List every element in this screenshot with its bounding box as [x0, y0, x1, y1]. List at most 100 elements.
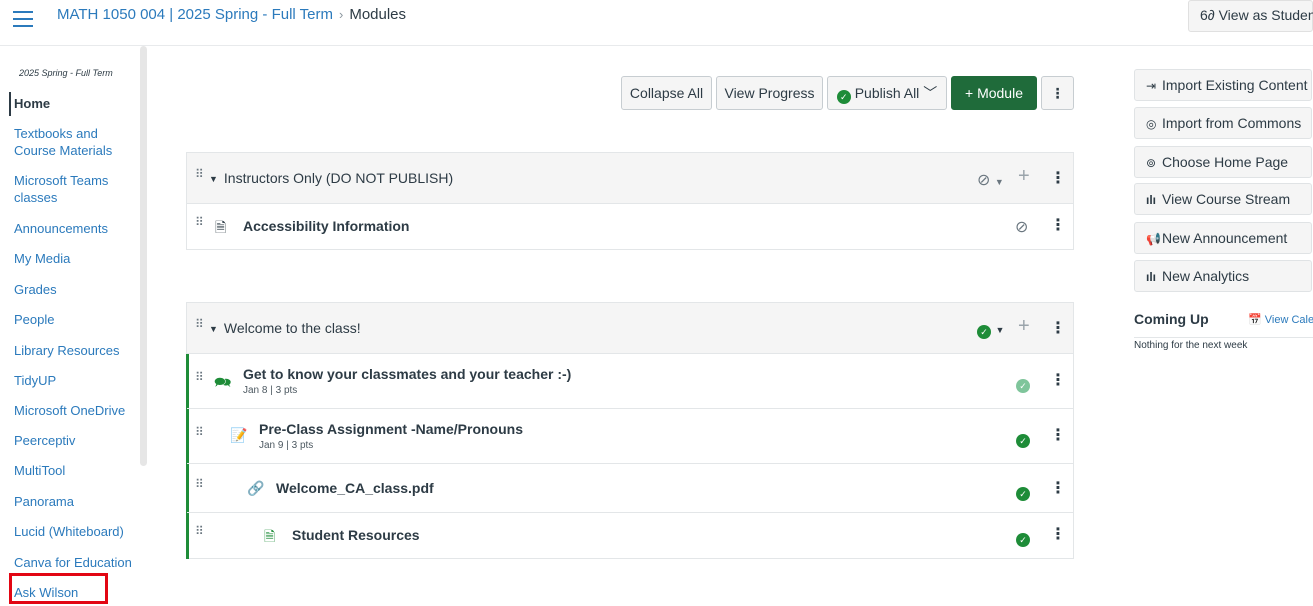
commons-icon: ◎ [1146, 117, 1157, 131]
item-more-icon[interactable]: ⋮ [1050, 373, 1066, 389]
unpublished-icon[interactable]: ⊘ [1015, 217, 1028, 237]
more-options-button[interactable]: ⋮ [1041, 76, 1074, 110]
item-more-icon[interactable]: ⋮ [1050, 428, 1066, 444]
check-icon: ✓ [1016, 487, 1030, 501]
nav-tidyup[interactable]: TidyUP [14, 372, 56, 389]
add-module-button[interactable]: + Module [951, 76, 1037, 110]
nav-canva[interactable]: Canva for Education [14, 554, 132, 571]
module-title[interactable]: ▼ Welcome to the class! [209, 320, 361, 336]
nav-peerceptiv[interactable]: Peerceptiv [14, 432, 75, 449]
discussion-icon: 🗪 [214, 374, 232, 390]
nav-microsoft-teams[interactable]: Microsoft Teams [14, 172, 108, 189]
button-label: View Course Stream [1162, 191, 1291, 207]
breadcrumb-current: Modules [349, 6, 407, 23]
glasses-icon: 6∂ [1200, 7, 1219, 23]
assignment-icon: 📝 [230, 427, 248, 443]
nav-home[interactable]: Home [14, 95, 50, 112]
new-analytics-button[interactable]: ılı New Analytics [1134, 260, 1312, 292]
check-icon: ✓ [1016, 379, 1030, 393]
divider [1134, 337, 1313, 338]
active-indicator [9, 92, 11, 116]
publish-all-label: Publish All [854, 85, 920, 101]
published-status[interactable]: ✓ [1016, 482, 1030, 501]
module-header[interactable]: ⠿ ▼ Instructors Only (DO NOT PUBLISH) ⊘ ▼… [187, 153, 1073, 204]
published-status[interactable]: ✓ [1016, 528, 1030, 547]
drag-handle-icon[interactable]: ⠿ [195, 318, 204, 335]
nav-my-media[interactable]: My Media [14, 250, 70, 267]
drag-handle-icon[interactable]: ⠿ [195, 525, 204, 542]
module-instructors-only: ⠿ ▼ Instructors Only (DO NOT PUBLISH) ⊘ ▼… [186, 152, 1074, 250]
module-header[interactable]: ⠿ ▼ Welcome to the class! ✓ ▼ + ⋮ [187, 303, 1073, 354]
check-icon: ✓ [836, 90, 851, 104]
unpublished-icon[interactable]: ⊘ ▼ [977, 170, 1004, 190]
add-item-icon[interactable]: + [1018, 315, 1030, 338]
view-progress-button[interactable]: View Progress [716, 76, 823, 110]
add-item-icon[interactable]: + [1018, 165, 1030, 188]
view-course-stream-button[interactable]: ılı View Course Stream [1134, 183, 1312, 215]
drag-handle-icon[interactable]: ⠿ [195, 426, 204, 443]
published-status[interactable]: ✓ ▼ [977, 320, 1004, 339]
target-icon: ⊚ [1146, 156, 1157, 170]
import-existing-content-button[interactable]: ⇥ Import Existing Content [1134, 69, 1312, 101]
calendar-icon: 📅 [1248, 314, 1265, 326]
term-label: 2025 Spring - Full Term [19, 68, 113, 78]
item-title[interactable]: Pre-Class Assignment -Name/Pronouns [259, 421, 523, 437]
nav-lucid[interactable]: Lucid (Whiteboard) [14, 523, 124, 540]
module-welcome: ⠿ ▼ Welcome to the class! ✓ ▼ + ⋮ ⠿ 🗪 Get… [186, 302, 1074, 559]
view-calendar-label: View Calendar [1264, 314, 1313, 326]
nav-multitool[interactable]: MultiTool [14, 462, 65, 479]
published-status[interactable]: ✓ [1016, 374, 1030, 393]
item-more-icon[interactable]: ⋮ [1050, 218, 1066, 234]
module-item: ⠿ 🗎 Accessibility Information ⊘ ⋮ [187, 204, 1073, 249]
module-more-icon[interactable]: ⋮ [1050, 171, 1066, 187]
published-status[interactable]: ✓ [1016, 429, 1030, 448]
item-more-icon[interactable]: ⋮ [1050, 527, 1066, 543]
coming-up-empty-text: Nothing for the next week [1134, 340, 1248, 351]
drag-handle-icon[interactable]: ⠿ [195, 371, 204, 388]
nav-textbooks-line2[interactable]: Course Materials [14, 142, 112, 159]
item-title[interactable]: Get to know your classmates and your tea… [243, 366, 571, 382]
publish-all-button[interactable]: ✓ Publish All ﹀ [827, 76, 947, 110]
nav-announcements[interactable]: Announcements [14, 220, 108, 237]
nav-panorama[interactable]: Panorama [14, 493, 74, 510]
module-title[interactable]: ▼ Instructors Only (DO NOT PUBLISH) [209, 170, 453, 186]
check-icon: ✓ [1016, 533, 1030, 547]
nav-library-resources[interactable]: Library Resources [14, 342, 120, 359]
page-icon: 🗎 [215, 219, 227, 235]
item-title[interactable]: Student Resources [292, 527, 420, 543]
view-as-student-button[interactable]: 6∂ View as Student [1188, 0, 1313, 32]
stream-icon: ılı [1146, 193, 1157, 207]
module-item: ⠿ 🗪 Get to know your classmates and your… [187, 354, 1073, 409]
nav-onedrive[interactable]: Microsoft OneDrive [14, 402, 125, 419]
view-as-student-label: View as Student [1218, 7, 1313, 23]
module-item: ⠿ 📝 Pre-Class Assignment -Name/Pronouns … [187, 409, 1073, 464]
choose-home-page-button[interactable]: ⊚ Choose Home Page [1134, 146, 1312, 178]
drag-handle-icon[interactable]: ⠿ [195, 168, 204, 185]
new-announcement-button[interactable]: 📢New Announcement [1134, 222, 1312, 254]
analytics-icon: ılı [1146, 270, 1157, 284]
nav-textbooks[interactable]: Textbooks and [14, 125, 98, 142]
collapse-all-button[interactable]: Collapse All [621, 76, 712, 110]
item-meta: Jan 9 | 3 pts [259, 440, 314, 451]
import-icon: ⇥ [1146, 79, 1157, 93]
drag-handle-icon[interactable]: ⠿ [195, 478, 204, 495]
breadcrumb-course-link[interactable]: MATH 1050 004 | 2025 Spring - Full Term [57, 6, 333, 23]
item-title[interactable]: Accessibility Information [243, 218, 409, 234]
item-title[interactable]: Welcome_CA_class.pdf [276, 480, 434, 496]
announcement-icon: 📢 [1146, 232, 1161, 246]
import-from-commons-button[interactable]: ◎ Import from Commons [1134, 107, 1312, 139]
highlight-box [9, 573, 108, 604]
check-icon: ✓ [977, 325, 991, 339]
nav-people[interactable]: People [14, 311, 54, 328]
hamburger-menu-icon[interactable] [13, 11, 33, 27]
module-more-icon[interactable]: ⋮ [1050, 321, 1066, 337]
item-more-icon[interactable]: ⋮ [1050, 481, 1066, 497]
drag-handle-icon[interactable]: ⠿ [195, 216, 204, 233]
view-calendar-link[interactable]: 📅 View Calendar [1248, 313, 1313, 326]
breadcrumb-separator: › [338, 7, 344, 22]
nav-microsoft-teams-line2[interactable]: classes [14, 189, 57, 206]
nav-scrollbar[interactable] [140, 46, 147, 466]
caret-down-icon: ▼ [209, 174, 218, 184]
nav-grades[interactable]: Grades [14, 281, 57, 298]
breadcrumb: MATH 1050 004 | 2025 Spring - Full Term ›… [57, 6, 406, 23]
